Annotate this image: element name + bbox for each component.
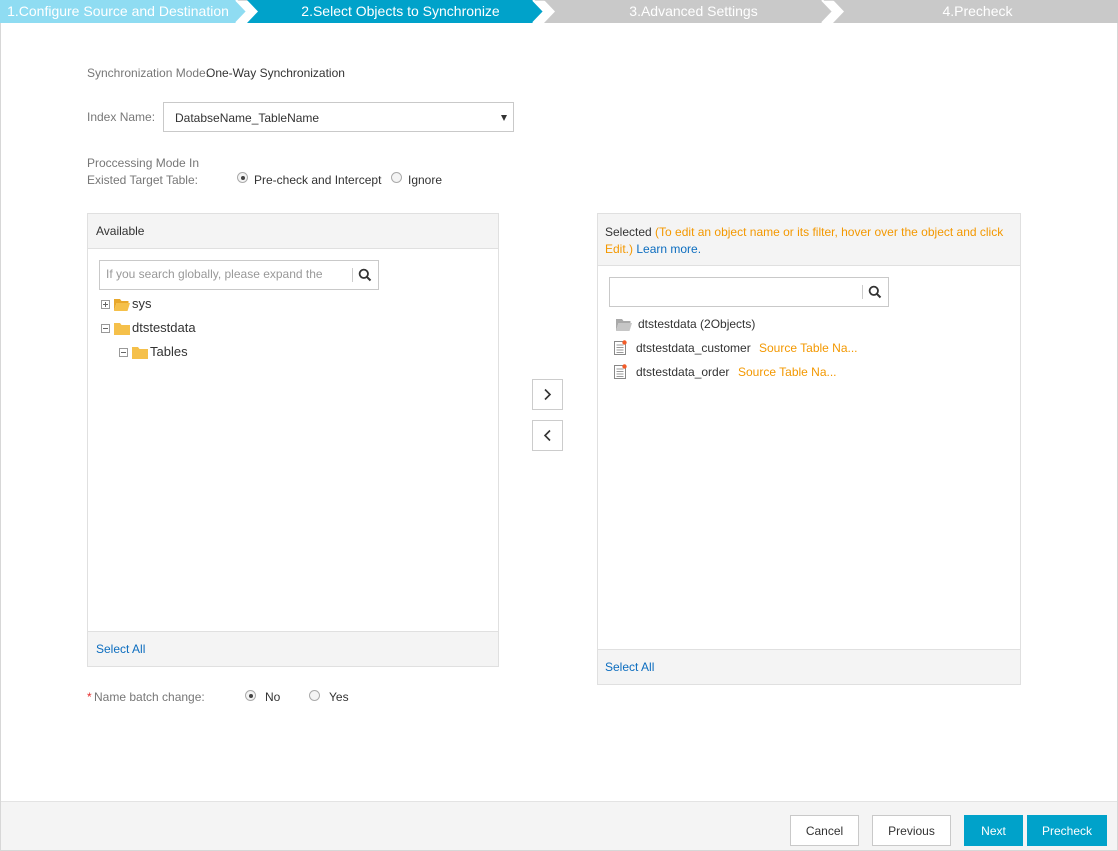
- step-3-label: 3.Advanced Settings: [629, 3, 758, 19]
- available-search-box[interactable]: [99, 260, 379, 290]
- expand-icon[interactable]: [101, 300, 110, 309]
- search-icon[interactable]: [358, 268, 372, 282]
- index-name-value: DatabseName_TableName: [175, 111, 320, 125]
- radio-precheck-intercept-label[interactable]: Pre-check and Intercept: [254, 173, 381, 187]
- selected-title: Selected: [605, 225, 652, 239]
- next-button[interactable]: Next: [964, 815, 1023, 846]
- available-panel-header: Available: [88, 214, 498, 249]
- collapse-icon[interactable]: [119, 348, 128, 357]
- table-icon: [614, 340, 627, 355]
- available-search-input[interactable]: [106, 267, 326, 281]
- radio-name-batch-no[interactable]: [245, 690, 256, 701]
- tree-node-tables[interactable]: Tables: [150, 344, 188, 360]
- search-icon[interactable]: [868, 285, 882, 299]
- folder-open-icon: [114, 299, 130, 311]
- radio-name-batch-yes[interactable]: [309, 690, 320, 701]
- chevron-left-icon: [543, 429, 551, 442]
- available-select-all-link[interactable]: Select All: [96, 642, 145, 656]
- sync-mode-label: Synchronization Mode:: [87, 66, 210, 80]
- radio-ignore-label[interactable]: Ignore: [408, 173, 442, 187]
- selected-item-name[interactable]: dtstestdata_customer: [636, 341, 751, 355]
- previous-button[interactable]: Previous: [872, 815, 951, 846]
- selected-item-name[interactable]: dtstestdata_order: [636, 365, 729, 379]
- collapse-icon[interactable]: [101, 324, 110, 333]
- folder-open-icon: [616, 319, 632, 331]
- radio-name-batch-no-label[interactable]: No: [265, 690, 280, 704]
- selected-item-tag[interactable]: Source Table Na...: [759, 341, 858, 355]
- selected-group-dtstestdata[interactable]: dtstestdata (2Objects): [638, 317, 755, 331]
- available-panel: Available sys dtstestdata Tables Select …: [87, 213, 499, 667]
- processing-mode-label-line2: Existed Target Table:: [87, 173, 198, 187]
- tree-node-sys[interactable]: sys: [132, 296, 152, 312]
- folder-icon: [114, 323, 130, 335]
- move-right-button[interactable]: [532, 379, 563, 410]
- selected-item-tag[interactable]: Source Table Na...: [738, 365, 837, 379]
- radio-name-batch-yes-label[interactable]: Yes: [329, 690, 349, 704]
- selected-panel-footer: Select All: [598, 649, 1020, 684]
- caret-down-icon: [501, 115, 507, 121]
- move-left-button[interactable]: [532, 420, 563, 451]
- dialog-footer: Cancel Previous Next Precheck: [1, 801, 1117, 850]
- available-panel-footer: Select All: [88, 631, 498, 666]
- radio-ignore[interactable]: [391, 172, 402, 183]
- cancel-button[interactable]: Cancel: [790, 815, 859, 846]
- name-batch-label: Name batch change:: [94, 690, 205, 704]
- folder-icon: [132, 347, 148, 359]
- learn-more-link[interactable]: Learn more.: [636, 242, 701, 256]
- wizard-steps: 1.Configure Source and Destination 2.Sel…: [0, 0, 1118, 23]
- index-name-label: Index Name:: [87, 110, 156, 124]
- required-mark: *: [87, 690, 92, 704]
- step-1-label[interactable]: 1.Configure Source and Destination: [0, 0, 236, 23]
- selected-panel-header: Selected (To edit an object name or its …: [598, 214, 1020, 266]
- sync-mode-value: One-Way Synchronization: [206, 66, 345, 80]
- tree-node-dtstestdata[interactable]: dtstestdata: [132, 320, 196, 336]
- radio-precheck-intercept[interactable]: [237, 172, 248, 183]
- selected-header-text: Selected (To edit an object name or its …: [605, 224, 1015, 258]
- step-2-label[interactable]: 2.Select Objects to Synchronize: [258, 0, 543, 23]
- chevron-right-icon: [544, 388, 552, 401]
- precheck-button[interactable]: Precheck: [1027, 815, 1107, 846]
- available-title: Available: [96, 224, 145, 238]
- step-4-label: 4.Precheck: [942, 3, 1013, 19]
- selected-search-input[interactable]: [616, 284, 856, 298]
- selected-search-box[interactable]: [609, 277, 889, 307]
- selected-select-all-link[interactable]: Select All: [605, 660, 654, 674]
- index-name-select[interactable]: DatabseName_TableName: [163, 102, 514, 132]
- processing-mode-label-line1: Proccessing Mode In: [87, 156, 200, 170]
- table-icon: [614, 364, 627, 379]
- selected-panel: Selected (To edit an object name or its …: [597, 213, 1021, 685]
